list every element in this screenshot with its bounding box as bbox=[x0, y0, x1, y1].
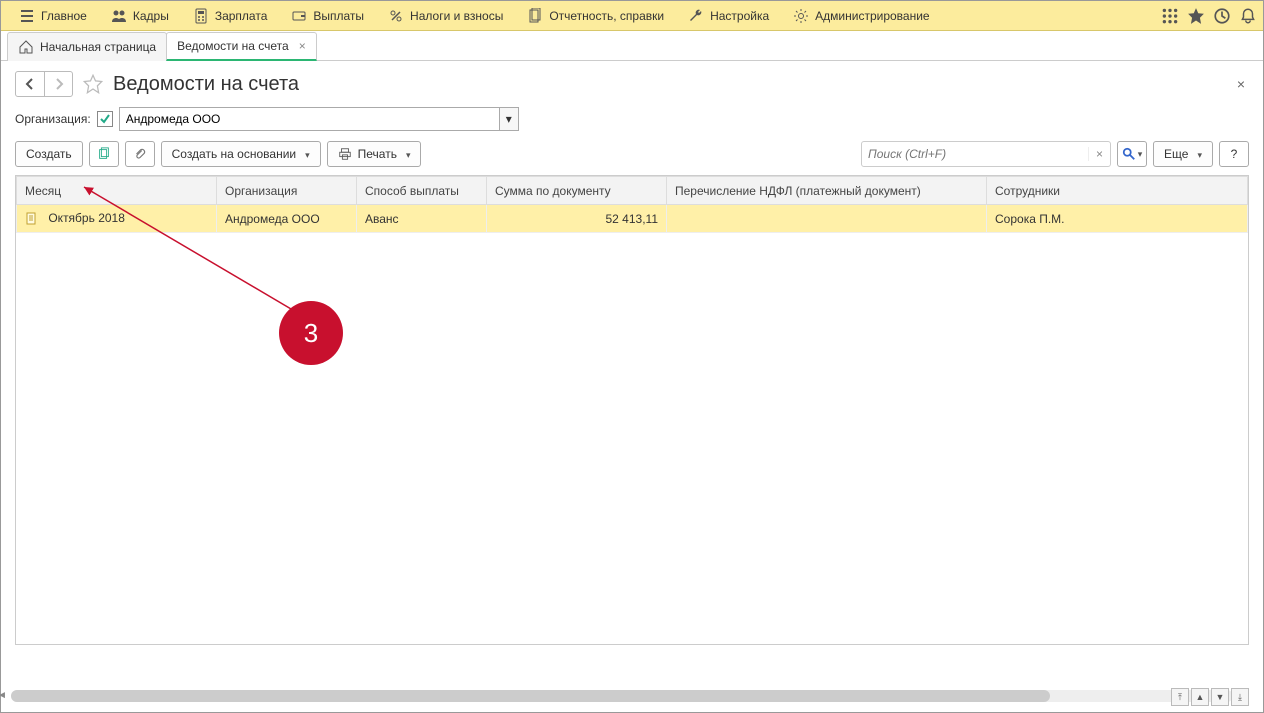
star-outline-icon[interactable] bbox=[83, 74, 103, 94]
main-menu: Главное Кадры Зарплата Выплаты Налоги и … bbox=[1, 1, 1263, 31]
help-button[interactable]: ? bbox=[1219, 141, 1249, 167]
menu-label: Администрирование bbox=[815, 9, 929, 23]
more-button[interactable]: Еще bbox=[1153, 141, 1213, 167]
create-based-button[interactable]: Создать на основании bbox=[161, 141, 321, 167]
print-button[interactable]: Печать bbox=[327, 141, 422, 167]
menu-hr[interactable]: Кадры bbox=[99, 1, 181, 30]
back-button[interactable] bbox=[16, 72, 44, 96]
org-input[interactable] bbox=[119, 107, 499, 131]
menu-main[interactable]: Главное bbox=[7, 1, 99, 30]
calculator-icon bbox=[193, 8, 209, 24]
menu-payments[interactable]: Выплаты bbox=[279, 1, 376, 30]
menu-label: Выплаты bbox=[313, 9, 364, 23]
col-org[interactable]: Организация bbox=[217, 177, 357, 205]
col-emp[interactable]: Сотрудники bbox=[987, 177, 1248, 205]
cell-org: Андромеда ООО bbox=[217, 205, 357, 233]
cell-emp: Сорока П.М. bbox=[987, 205, 1248, 233]
menu-reports[interactable]: Отчетность, справки bbox=[515, 1, 676, 30]
col-ndfl[interactable]: Перечисление НДФЛ (платежный документ) bbox=[667, 177, 987, 205]
gear-icon bbox=[793, 8, 809, 24]
horizontal-scrollbar[interactable]: ◄ ► bbox=[11, 690, 1233, 702]
star-icon[interactable] bbox=[1187, 7, 1205, 25]
clear-search-icon[interactable]: × bbox=[1088, 147, 1110, 161]
attach-button[interactable] bbox=[125, 141, 155, 167]
row-last-button[interactable]: ⤓ bbox=[1231, 688, 1249, 706]
menu-admin[interactable]: Администрирование bbox=[781, 1, 941, 30]
tab-home[interactable]: Начальная страница bbox=[7, 32, 167, 61]
percent-icon bbox=[388, 8, 404, 24]
col-sum[interactable]: Сумма по документу bbox=[487, 177, 667, 205]
cell-month: Октябрь 2018 bbox=[48, 211, 125, 225]
close-icon[interactable]: × bbox=[295, 39, 306, 53]
menu-settings[interactable]: Настройка bbox=[676, 1, 781, 30]
menu-label: Отчетность, справки bbox=[549, 9, 664, 23]
menu-label: Главное bbox=[41, 9, 87, 23]
row-up-button[interactable]: ▲ bbox=[1191, 688, 1209, 706]
dropdown-icon[interactable]: ▾ bbox=[499, 107, 519, 131]
scroll-left-icon[interactable]: ◄ bbox=[0, 690, 9, 702]
wrench-icon bbox=[688, 8, 704, 24]
find-button[interactable]: ▾ bbox=[1117, 141, 1147, 167]
home-icon bbox=[18, 39, 34, 55]
data-table: Месяц Организация Способ выплаты Сумма п… bbox=[15, 175, 1249, 645]
filter-checkbox[interactable] bbox=[97, 111, 113, 127]
document-icon bbox=[527, 8, 543, 24]
col-month[interactable]: Месяц bbox=[17, 177, 217, 205]
row-first-button[interactable]: ⤒ bbox=[1171, 688, 1189, 706]
col-method[interactable]: Способ выплаты bbox=[357, 177, 487, 205]
tabbar: Начальная страница Ведомости на счета × bbox=[1, 31, 1263, 61]
menu-label: Настройка bbox=[710, 9, 769, 23]
menu-salary[interactable]: Зарплата bbox=[181, 1, 280, 30]
apps-icon[interactable] bbox=[1161, 7, 1179, 25]
org-combo[interactable]: ▾ bbox=[119, 107, 519, 131]
menu-icon bbox=[19, 8, 35, 24]
bell-icon[interactable] bbox=[1239, 7, 1257, 25]
forward-button[interactable] bbox=[44, 72, 72, 96]
cell-sum: 52 413,11 bbox=[487, 205, 667, 233]
copy-button[interactable] bbox=[89, 141, 119, 167]
printer-icon bbox=[338, 147, 352, 161]
tab-label: Начальная страница bbox=[40, 40, 156, 54]
document-row-icon bbox=[25, 212, 39, 226]
row-down-button[interactable]: ▼ bbox=[1211, 688, 1229, 706]
wallet-icon bbox=[291, 8, 307, 24]
menu-taxes[interactable]: Налоги и взносы bbox=[376, 1, 515, 30]
menu-label: Налоги и взносы bbox=[410, 9, 503, 23]
filter-label: Организация: bbox=[15, 112, 91, 126]
cell-ndfl bbox=[667, 205, 987, 233]
nav-buttons bbox=[15, 71, 73, 97]
annotation-badge: 3 bbox=[279, 301, 343, 365]
tab-vedomosti[interactable]: Ведомости на счета × bbox=[166, 32, 317, 61]
people-icon bbox=[111, 8, 127, 24]
table-row[interactable]: Октябрь 2018 Андромеда ООО Аванс 52 413,… bbox=[17, 205, 1248, 233]
search-input[interactable] bbox=[862, 147, 1088, 161]
page-title: Ведомости на счета bbox=[113, 73, 299, 96]
row-nav-buttons: ⤒ ▲ ▼ ⤓ bbox=[1171, 688, 1249, 706]
search-box[interactable]: × bbox=[861, 141, 1111, 167]
cell-method: Аванс bbox=[357, 205, 487, 233]
create-button[interactable]: Создать bbox=[15, 141, 83, 167]
close-page-icon[interactable]: × bbox=[1233, 72, 1249, 96]
tab-label: Ведомости на счета bbox=[177, 39, 289, 53]
menu-label: Кадры bbox=[133, 9, 169, 23]
scroll-thumb[interactable] bbox=[11, 690, 1050, 702]
history-icon[interactable] bbox=[1213, 7, 1231, 25]
menu-label: Зарплата bbox=[215, 9, 268, 23]
